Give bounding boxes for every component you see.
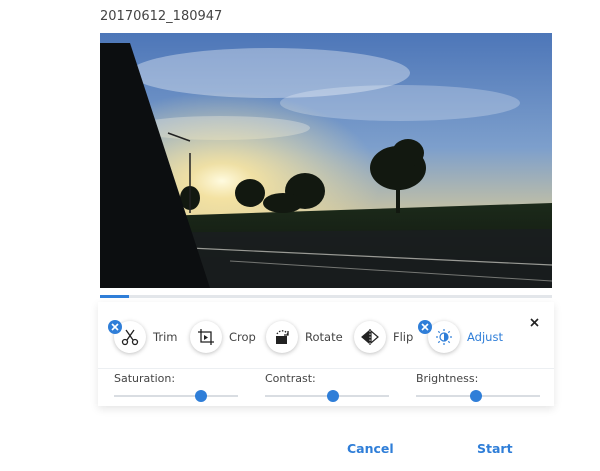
tool-crop-label: Crop: [229, 330, 256, 344]
slider-thumb[interactable]: [327, 390, 340, 402]
close-icon: [111, 323, 119, 331]
flip-circle: [354, 321, 386, 353]
tool-trim[interactable]: Trim: [114, 320, 177, 354]
edit-tools-panel: Trim Crop Rotate Flip Adjust Saturation:…: [98, 302, 554, 406]
rotate-icon: [276, 330, 289, 344]
tool-rotate-label: Rotate: [305, 330, 343, 344]
brightness-label: Brightness:: [416, 372, 479, 385]
tool-trim-label: Trim: [153, 330, 178, 344]
tool-adjust-label: Adjust: [467, 330, 503, 344]
brightness-slider[interactable]: [416, 388, 540, 404]
close-icon: [421, 323, 429, 331]
adjust-remove-badge[interactable]: [418, 320, 432, 334]
trim-remove-badge[interactable]: [108, 320, 122, 334]
tool-flip-label: Flip: [393, 330, 414, 344]
slider-thumb[interactable]: [469, 390, 482, 402]
slider-track: [114, 395, 238, 397]
contrast-slider[interactable]: [265, 388, 389, 404]
video-preview[interactable]: [100, 33, 552, 288]
slider-thumb[interactable]: [194, 390, 207, 402]
tool-flip[interactable]: Flip: [354, 320, 413, 354]
tool-row: Trim Crop Rotate Flip Adjust: [98, 302, 554, 366]
video-frame-image: [100, 33, 552, 288]
adjust-circle: [428, 321, 460, 353]
close-icon: [529, 317, 539, 327]
brightness-control: Brightness:: [416, 372, 540, 404]
saturation-slider[interactable]: [114, 388, 238, 404]
saturation-control: Saturation:: [114, 372, 238, 404]
contrast-control: Contrast:: [265, 372, 389, 404]
start-button[interactable]: Start: [477, 441, 513, 456]
cancel-button[interactable]: Cancel: [347, 441, 394, 456]
panel-divider: [98, 368, 554, 369]
brightness-icon: [436, 329, 452, 345]
rotate-circle: [266, 321, 298, 353]
video-progress-bar[interactable]: [100, 295, 552, 298]
flip-icon: [361, 329, 379, 345]
tool-rotate[interactable]: Rotate: [266, 320, 343, 354]
video-progress-fill: [100, 295, 130, 298]
contrast-label: Contrast:: [265, 372, 316, 385]
filename-title: 20170612_180947: [100, 9, 223, 24]
tool-adjust[interactable]: Adjust: [428, 320, 503, 354]
crop-circle: [190, 321, 222, 353]
tool-crop[interactable]: Crop: [190, 320, 256, 354]
close-panel-button[interactable]: [526, 314, 542, 330]
saturation-label: Saturation:: [114, 372, 176, 385]
scissors-icon: [121, 329, 139, 346]
crop-icon: [198, 329, 214, 345]
